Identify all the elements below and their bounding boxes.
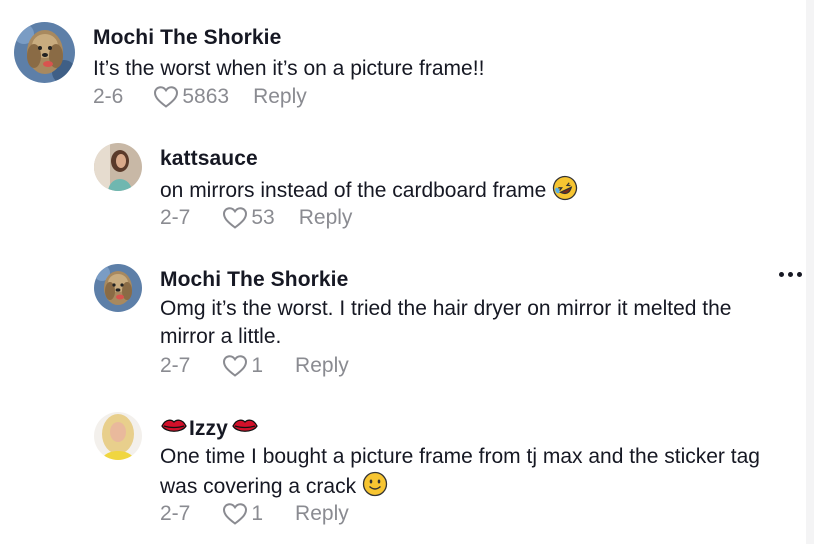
reply-button[interactable]: Reply: [295, 502, 349, 526]
comment-text-line-content: was covering a crack: [160, 475, 357, 498]
comment-username[interactable]: kattsauce: [160, 147, 258, 171]
heart-icon: [223, 207, 248, 229]
like-button[interactable]: 53: [222, 206, 275, 230]
like-count: 1: [251, 354, 264, 377]
lips-emoji-icon: [160, 416, 188, 442]
heart-icon: [223, 355, 248, 377]
lips-emoji-icon: [231, 416, 259, 442]
avatar[interactable]: [14, 22, 75, 83]
comment-date: 2-7: [160, 206, 191, 229]
reply-button[interactable]: Reply: [295, 354, 349, 378]
comment-text: on mirrors instead of the cardboard fram…: [160, 175, 578, 209]
person-avatar-icon: [94, 143, 142, 191]
comment-text-line: Omg it’s the worst. I tried the hair dry…: [160, 297, 732, 320]
like-count: 1: [251, 502, 264, 525]
avatar[interactable]: [94, 264, 142, 312]
heart-icon: [154, 86, 179, 108]
reply-button[interactable]: Reply: [253, 85, 307, 109]
comment-date: 2-7: [160, 502, 191, 525]
dog-avatar-icon: [94, 264, 142, 312]
comment-username[interactable]: Mochi The Shorkie: [93, 26, 281, 50]
comment-text: It’s the worst when it’s on a picture fr…: [93, 55, 484, 83]
scrollbar-track[interactable]: [806, 0, 814, 544]
comment-text-line: One time I bought a picture frame from t…: [160, 445, 760, 468]
like-button[interactable]: 1: [222, 354, 263, 378]
comment-username[interactable]: Izzy: [160, 416, 259, 442]
comment-date: 2-6: [93, 85, 124, 108]
dog-avatar-icon: [14, 22, 75, 83]
like-button[interactable]: 5863: [153, 85, 229, 109]
comment-meta: 2-7 1 Reply: [160, 354, 349, 378]
comment-username-text: Izzy: [189, 417, 228, 440]
reply-button[interactable]: Reply: [299, 206, 353, 230]
comment-text-line: It’s the worst when it’s on a picture fr…: [93, 57, 485, 80]
like-count: 53: [251, 206, 275, 229]
like-button[interactable]: 1: [222, 502, 263, 526]
avatar[interactable]: [94, 412, 142, 460]
comment-text-line: was covering a crack: [160, 471, 760, 505]
comment-text-line: mirror a little.: [160, 325, 282, 348]
like-count: 5863: [182, 85, 230, 108]
comment-date: 2-7: [160, 354, 191, 377]
comment-meta: 2-6 5863 Reply: [93, 85, 307, 109]
comment-text-line: on mirrors instead of the cardboard fram…: [160, 179, 547, 202]
comment-meta: 2-7 53 Reply: [160, 206, 352, 230]
avatar[interactable]: [94, 143, 142, 191]
comment-text: Omg it’s the worst. I tried the hair dry…: [160, 295, 731, 351]
more-options-icon[interactable]: [779, 272, 802, 277]
comment-meta: 2-7 1 Reply: [160, 502, 349, 526]
blonde-person-avatar-icon: [94, 412, 142, 460]
comment-username[interactable]: Mochi The Shorkie: [160, 268, 348, 292]
heart-icon: [223, 503, 248, 525]
comment-text: One time I bought a picture frame from t…: [160, 443, 760, 505]
slightly-smiling-emoji-icon: [362, 471, 388, 505]
rolling-laughing-emoji-icon: [552, 175, 578, 209]
